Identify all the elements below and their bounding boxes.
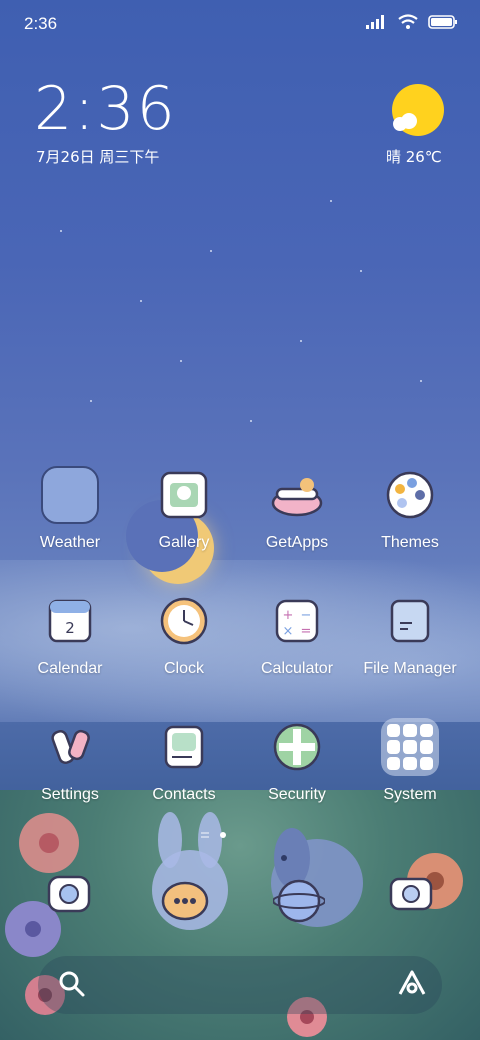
clock-widget-date: 7月26日 周三下午 (36, 148, 160, 166)
star (90, 400, 92, 402)
star (420, 380, 422, 382)
page-dot-active[interactable] (220, 832, 226, 838)
themes-icon (379, 464, 441, 526)
dock-messages[interactable] (154, 870, 216, 932)
folder-system[interactable]: System (354, 716, 466, 804)
weather-icon (39, 464, 101, 526)
settings-icon (39, 716, 101, 778)
svg-text:−: − (301, 608, 312, 623)
star (250, 420, 252, 422)
app-calendar[interactable]: 2 Calendar (14, 590, 126, 678)
gallery-icon (153, 464, 215, 526)
dock-camera[interactable] (380, 862, 442, 924)
app-security[interactable]: Security (241, 716, 353, 804)
contacts-icon (153, 716, 215, 778)
file-manager-icon (379, 590, 441, 652)
assistant-icon[interactable] (396, 968, 428, 998)
battery-icon (428, 15, 457, 29)
messages-icon (161, 881, 209, 921)
security-icon (266, 716, 328, 778)
star (210, 250, 212, 252)
calculator-icon: + − × = (266, 590, 328, 652)
status-time: 2:36 (24, 14, 58, 33)
star (330, 200, 332, 202)
star (140, 300, 142, 302)
app-label: Clock (163, 660, 204, 677)
app-settings[interactable]: Settings (14, 716, 126, 804)
calendar-icon-text: 2 (65, 619, 75, 637)
app-label: Weather (39, 534, 101, 551)
star (300, 340, 302, 342)
search-icon[interactable] (58, 970, 86, 998)
svg-text:=: = (301, 624, 312, 639)
svg-text:×: × (283, 624, 294, 639)
home-screen: 2:36 2:36 7月26日 周三下午 晴 26℃ Weather Galle… (0, 0, 480, 1040)
app-label: System (383, 786, 437, 803)
app-label: Gallery (158, 534, 210, 551)
calendar-icon: 2 (39, 590, 101, 652)
app-gallery[interactable]: Gallery (128, 464, 240, 552)
app-contacts[interactable]: Contacts (128, 716, 240, 804)
app-calculator[interactable]: + − × = Calculator (241, 590, 353, 678)
app-getapps[interactable]: GetApps (241, 464, 353, 552)
star (360, 270, 362, 272)
system-folder-icon (379, 716, 441, 778)
phone-icon (47, 875, 91, 913)
app-label: File Manager (363, 660, 457, 677)
app-label: Settings (41, 786, 99, 803)
app-label: Calculator (260, 660, 334, 677)
getapps-icon (266, 464, 328, 526)
dock-phone[interactable] (38, 862, 100, 924)
weather-cloud-icon (393, 113, 417, 131)
browser-icon (273, 879, 325, 923)
search-bar[interactable] (38, 956, 442, 1014)
star (180, 360, 182, 362)
app-weather[interactable]: Weather (14, 464, 126, 552)
svg-text:+: + (283, 608, 294, 623)
app-clock[interactable]: Clock (128, 590, 240, 678)
app-label: GetApps (265, 534, 329, 551)
star (60, 230, 62, 232)
signal-icon (366, 15, 384, 29)
app-label: Security (268, 786, 326, 803)
clock-widget-time[interactable]: 2:36 (34, 74, 177, 144)
page-indicator (200, 830, 226, 840)
clock-icon (153, 590, 215, 652)
app-label: Themes (381, 534, 439, 551)
status-icons (366, 14, 458, 30)
app-file-manager[interactable]: File Manager (354, 590, 466, 678)
camera-icon (389, 877, 433, 911)
page-list-icon (201, 832, 209, 838)
weather-text: 晴 26℃ (386, 148, 442, 166)
app-label: Contacts (152, 786, 216, 803)
dock-browser[interactable] (268, 870, 330, 932)
app-label: Calendar (37, 660, 103, 677)
wifi-icon (398, 14, 418, 29)
app-themes[interactable]: Themes (354, 464, 466, 552)
